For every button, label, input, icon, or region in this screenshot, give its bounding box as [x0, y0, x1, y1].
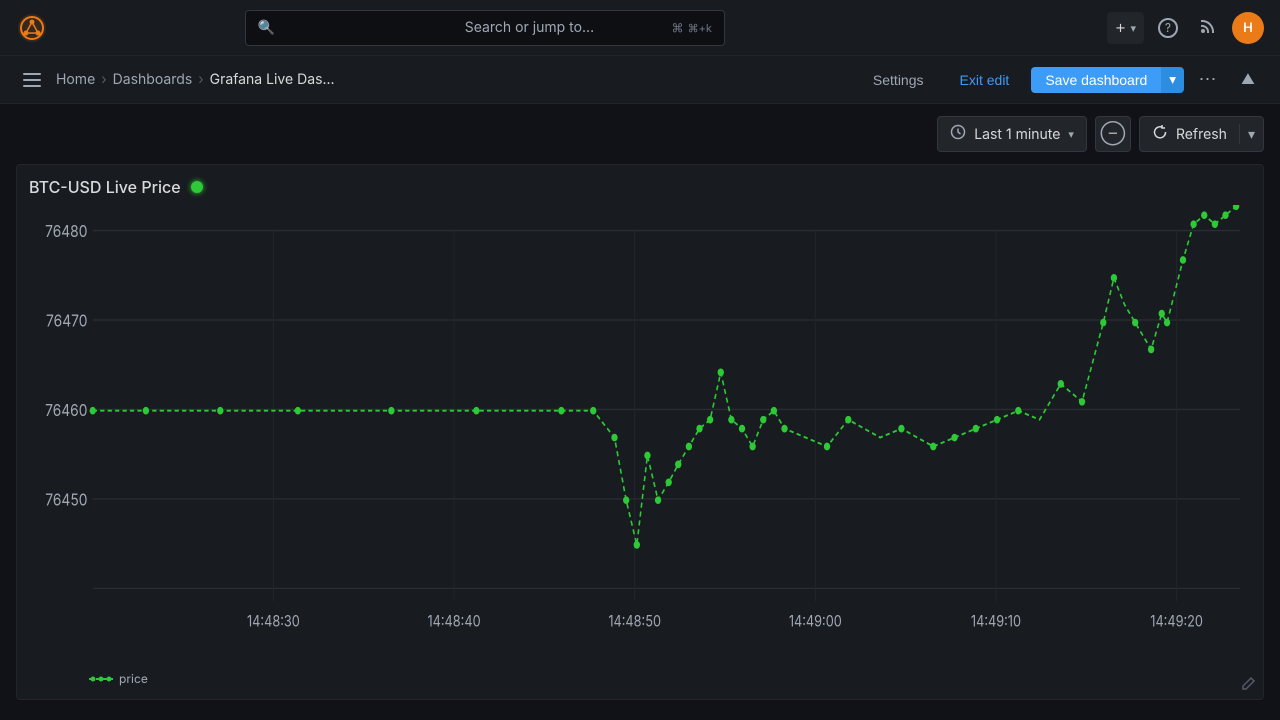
refresh-icon [1152, 124, 1168, 144]
menu-line-1 [23, 73, 41, 75]
zoom-out-icon: ⊖ [1100, 124, 1125, 145]
refresh-caret[interactable]: ▾ [1240, 126, 1263, 143]
breadcrumb-bar: Home › Dashboards › Grafana Live Das... … [0, 56, 1280, 104]
refresh-dropdown-icon: ▾ [1248, 126, 1255, 143]
btc-usd-panel: BTC-USD Live Price 76480 76470 76460 764… [16, 164, 1264, 700]
svg-text:14:49:20: 14:49:20 [1150, 613, 1203, 631]
save-dashboard-group: Save dashboard ▾ [1031, 67, 1184, 93]
breadcrumb: Home › Dashboards › Grafana Live Das... [56, 71, 335, 88]
help-button[interactable]: ? [1152, 12, 1184, 44]
svg-text:76480: 76480 [45, 221, 87, 242]
clock-icon [950, 124, 966, 144]
search-shortcut: ⌘ ⌘+k [672, 20, 712, 35]
legend-dash [89, 673, 113, 685]
refresh-label: Refresh [1176, 126, 1227, 143]
chart-legend: price [29, 671, 1251, 686]
grafana-logo[interactable] [16, 12, 48, 44]
breadcrumb-actions: Settings Exit edit Save dashboard ▾ ⋯ ▲ [859, 64, 1264, 96]
rss-icon [1200, 18, 1216, 38]
time-range-picker[interactable]: Last 1 minute ▾ [937, 116, 1087, 152]
svg-text:14:49:00: 14:49:00 [789, 613, 842, 631]
svg-text:14:48:30: 14:48:30 [247, 613, 300, 631]
breadcrumb-dashboards[interactable]: Dashboards [113, 71, 193, 88]
refresh-main[interactable]: Refresh [1140, 124, 1240, 144]
svg-text:14:48:50: 14:48:50 [608, 613, 661, 631]
exit-edit-button[interactable]: Exit edit [946, 67, 1024, 93]
top-navigation: 🔍 Search or jump to... ⌘ ⌘+k + ▾ ? H [0, 0, 1280, 56]
panel-title: BTC-USD Live Price [29, 177, 181, 197]
help-icon: ? [1158, 18, 1178, 38]
svg-text:76460: 76460 [45, 400, 87, 421]
breadcrumb-sep-2: › [198, 71, 203, 88]
save-dashboard-button[interactable]: Save dashboard [1031, 67, 1161, 93]
edit-icon[interactable] [1240, 676, 1256, 696]
more-options-button[interactable]: ⋯ [1192, 64, 1224, 96]
ellipsis-icon: ⋯ [1199, 69, 1218, 90]
svg-text:76450: 76450 [45, 489, 87, 510]
time-picker-caret: ▾ [1068, 127, 1074, 141]
rss-button[interactable] [1192, 12, 1224, 44]
chevron-up-icon: ▲ [1241, 71, 1255, 88]
toolbar: Last 1 minute ▾ ⊖ Refresh ▾ [0, 104, 1280, 164]
menu-button[interactable] [16, 64, 48, 96]
add-button[interactable]: + ▾ [1107, 12, 1144, 44]
save-dashboard-caret[interactable]: ▾ [1161, 67, 1184, 93]
menu-line-3 [23, 85, 41, 87]
refresh-button[interactable]: Refresh ▾ [1139, 116, 1264, 152]
live-indicator [191, 181, 203, 193]
svg-text:14:48:40: 14:48:40 [427, 613, 480, 631]
chart-container: 76480 76470 76460 76450 14:48:30 14:48:4… [29, 205, 1251, 665]
breadcrumb-current: Grafana Live Das... [210, 71, 335, 88]
menu-line-2 [23, 79, 41, 81]
svg-text:14:49:10: 14:49:10 [971, 613, 1021, 631]
nav-right: + ▾ ? H [1107, 12, 1264, 44]
avatar[interactable]: H [1232, 12, 1264, 44]
search-icon: 🔍 [258, 19, 457, 36]
breadcrumb-home[interactable]: Home [56, 71, 95, 88]
btc-chart: 76480 76470 76460 76450 14:48:30 14:48:4… [29, 205, 1251, 665]
search-placeholder: Search or jump to... [465, 19, 664, 36]
panel-header: BTC-USD Live Price [29, 177, 1251, 197]
breadcrumb-sep-1: › [101, 71, 106, 88]
collapse-button[interactable]: ▲ [1232, 64, 1264, 96]
search-bar[interactable]: 🔍 Search or jump to... ⌘ ⌘+k [245, 10, 725, 46]
zoom-out-button[interactable]: ⊖ [1095, 116, 1131, 152]
svg-text:76470: 76470 [46, 310, 87, 331]
settings-button[interactable]: Settings [859, 67, 938, 93]
legend-label: price [119, 671, 148, 686]
time-range-label: Last 1 minute [974, 126, 1060, 143]
